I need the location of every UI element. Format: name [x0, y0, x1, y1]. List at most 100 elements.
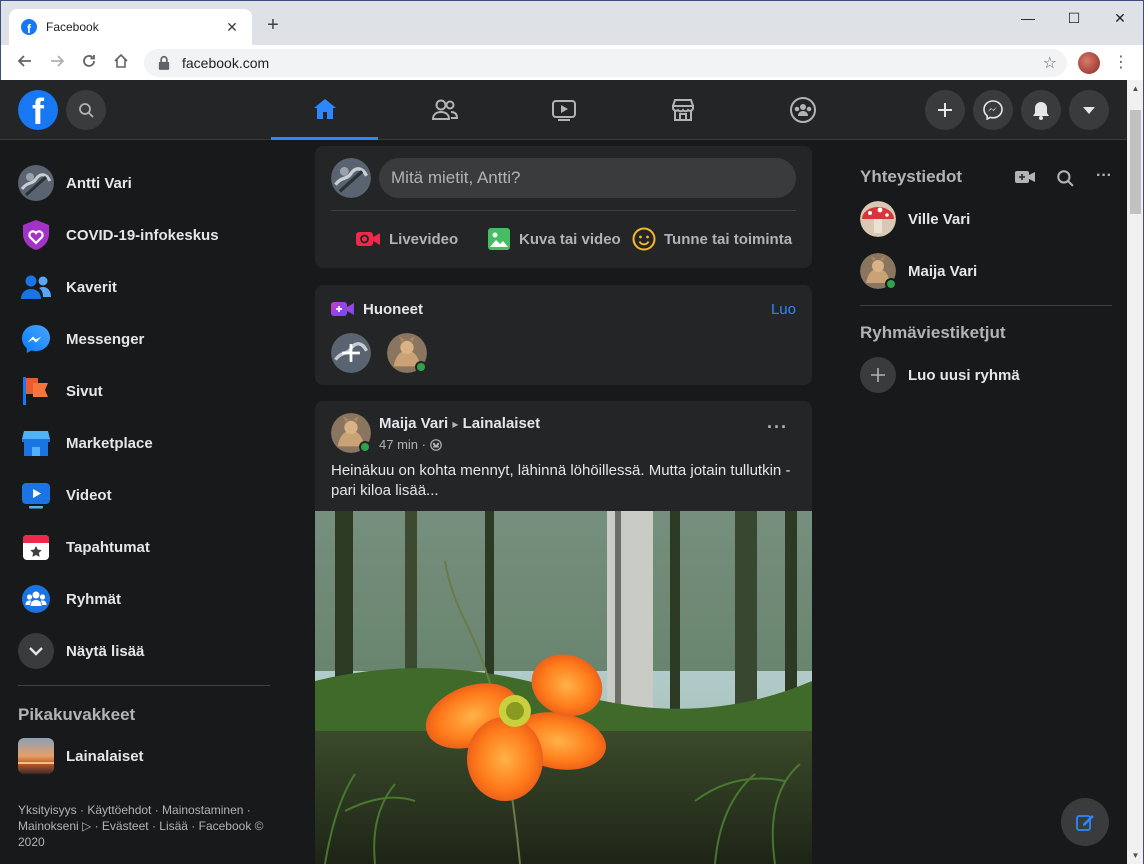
tab-close-icon[interactable]: ✕ [224, 19, 240, 36]
create-button[interactable] [925, 90, 965, 130]
new-tab-button[interactable]: + [263, 15, 283, 35]
watch-video-icon [551, 100, 576, 121]
marketplace-icon [18, 425, 54, 461]
composer-input[interactable]: Mitä mietit, Antti? [379, 158, 796, 198]
online-indicator [359, 441, 371, 453]
photo-video-button[interactable]: Kuva tai video [487, 224, 621, 254]
contacts-search-icon[interactable] [1056, 169, 1074, 187]
messenger-button[interactable] [973, 90, 1013, 130]
sidebar-item-pages[interactable]: Sivut [8, 365, 278, 417]
left-sidebar: Antti Vari COVID-19-infokeskus Kaverit M… [0, 141, 290, 864]
sidebar-item-groups[interactable]: Ryhmät [8, 573, 278, 625]
post-meta: 47 min · [379, 437, 442, 452]
sidebar-divider [18, 685, 270, 686]
reload-icon [83, 55, 95, 67]
address-bar[interactable]: facebook.com ☆ [144, 49, 1067, 77]
new-message-button[interactable] [1061, 798, 1109, 846]
home-button[interactable] [109, 51, 133, 75]
back-button[interactable] [13, 51, 37, 75]
sidebar-item-videos[interactable]: Videot [8, 469, 278, 521]
scrollbar-thumb[interactable] [1130, 110, 1141, 214]
post-photo[interactable] [315, 511, 812, 864]
sidebar-item-label: Tapahtumat [66, 538, 150, 556]
sidebar-item-label: Lainalaiset [66, 747, 144, 765]
feeling-activity-button[interactable]: Tunne tai toiminta [632, 224, 792, 254]
tab-friends[interactable] [391, 80, 498, 140]
page-scrollbar[interactable]: ▲ ▼ [1127, 80, 1144, 864]
account-menu-button[interactable] [1069, 90, 1109, 130]
notifications-button[interactable] [1021, 90, 1061, 130]
plus-icon [938, 103, 952, 117]
footer-links[interactable]: Yksityisyys · Käyttöehdot · Mainostamine… [18, 802, 278, 850]
online-indicator [415, 361, 427, 373]
tab-groups[interactable] [749, 80, 856, 140]
compose-edit-icon [1076, 815, 1094, 831]
sidebar-item-marketplace[interactable]: Marketplace [8, 417, 278, 469]
sidebar-item-label: Sivut [66, 382, 103, 400]
live-video-label: Livevideo [389, 230, 459, 248]
window-close-button[interactable]: ✕ [1105, 7, 1135, 29]
scroll-down-icon[interactable]: ▼ [1127, 847, 1144, 864]
sidebar-item-see-more[interactable]: Näytä lisää [8, 625, 278, 677]
photo-icon [488, 228, 510, 250]
sidebar-item-profile[interactable]: Antti Vari [8, 157, 278, 209]
search-button[interactable] [66, 90, 106, 130]
post-author-link[interactable]: Maija Vari [379, 415, 448, 432]
create-group-label: Luo uusi ryhmä [908, 366, 1020, 384]
new-room-icon[interactable] [1015, 169, 1035, 185]
poppy-flower-photo [315, 511, 812, 864]
friends-icon [431, 99, 458, 120]
feeling-activity-label: Tunne tai toiminta [664, 230, 793, 248]
rooms-video-icon [331, 302, 354, 316]
sidebar-item-covid[interactable]: COVID-19-infokeskus [8, 209, 278, 261]
browser-profile-avatar[interactable] [1078, 52, 1100, 74]
shortcut-item-lainalaiset[interactable]: Lainalaiset [8, 730, 278, 782]
create-group-button[interactable]: Luo uusi ryhmä [860, 355, 1020, 395]
reload-button[interactable] [77, 51, 101, 75]
window-maximize-button[interactable]: ☐ [1059, 7, 1089, 29]
tab-marketplace[interactable] [629, 80, 736, 140]
live-video-button[interactable]: Livevideo [355, 224, 458, 254]
rooms-create-link[interactable]: Luo [771, 301, 796, 318]
post-header: Maija Vari ▸ Lainalaiset [379, 415, 540, 432]
group-chats-title: Ryhmäviestiketjut [860, 323, 1006, 342]
tab-watch[interactable] [510, 80, 617, 140]
audience-group-icon [430, 438, 442, 451]
facebook-logo[interactable]: f [18, 90, 58, 130]
forward-button[interactable] [45, 51, 69, 75]
scroll-up-icon[interactable]: ▲ [1127, 80, 1144, 97]
shortcut-thumbnail [18, 738, 54, 774]
post-arrow-icon: ▸ [452, 417, 459, 431]
post-more-options-icon[interactable]: ··· [767, 417, 788, 438]
composer-divider [331, 210, 796, 211]
post-composer: Mitä mietit, Antti? Livevideo Kuva tai v… [315, 146, 812, 268]
sidebar-item-label: COVID-19-infokeskus [66, 226, 219, 244]
tab-home[interactable] [271, 80, 378, 140]
shortcuts-title: Pikakuvakkeet [18, 705, 136, 724]
contact-item-maija[interactable]: Maija Vari [860, 251, 977, 291]
sidebar-item-label: Kaverit [66, 278, 117, 296]
sidebar-item-messenger[interactable]: Messenger [8, 313, 278, 365]
composer-avatar[interactable] [331, 158, 371, 198]
bookmark-star-icon[interactable]: ☆ [1043, 53, 1057, 73]
lock-icon [158, 55, 170, 70]
contacts-options-icon[interactable]: ··· [1096, 167, 1112, 185]
friends-icon [18, 269, 54, 305]
forward-arrow-icon [51, 55, 65, 67]
sidebar-item-label: Videot [66, 486, 112, 504]
facebook-header: f [0, 80, 1127, 140]
browser-toolbar: facebook.com ☆ ⋮ [1, 45, 1143, 81]
contact-item-ville[interactable]: Ville Vari [860, 199, 970, 239]
browser-tab[interactable]: f Facebook ✕ [9, 9, 252, 45]
create-room-avatar[interactable] [331, 333, 371, 373]
sidebar-item-friends[interactable]: Kaverit [8, 261, 278, 313]
facebook-favicon-icon: f [21, 19, 37, 35]
sidebar-item-label: Ryhmät [66, 590, 122, 608]
post-time[interactable]: 47 min · [379, 437, 426, 452]
sidebar-item-events[interactable]: Tapahtumat [8, 521, 278, 573]
post-group-link[interactable]: Lainalaiset [463, 415, 541, 432]
window-minimize-button[interactable]: — [1013, 7, 1043, 29]
browser-menu-icon[interactable]: ⋮ [1113, 51, 1129, 75]
sidebar-item-label: Näytä lisää [66, 642, 145, 660]
plus-icon [860, 357, 896, 393]
